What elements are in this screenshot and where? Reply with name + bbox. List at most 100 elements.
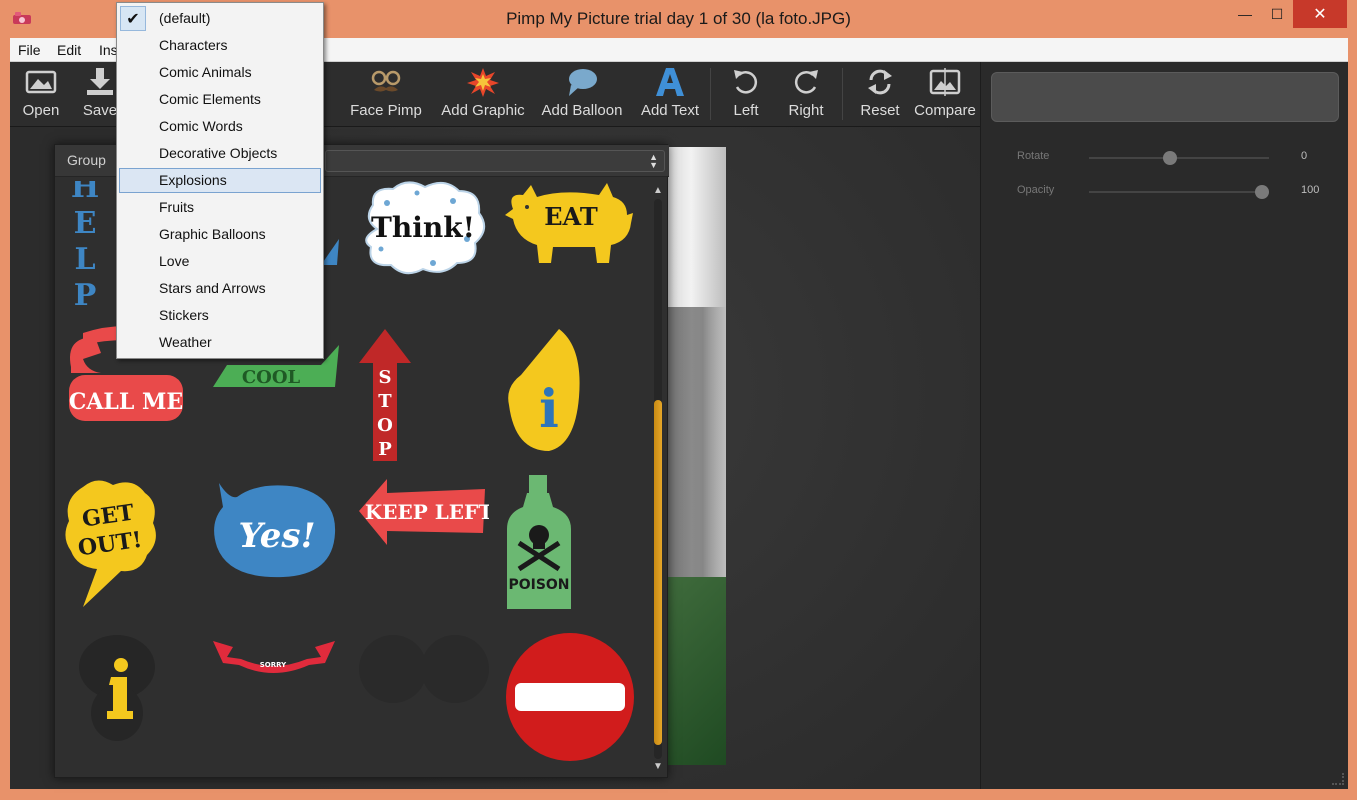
save-label: Save: [82, 102, 118, 119]
sticker-help-h: H: [71, 181, 99, 205]
properties-header-box: [991, 72, 1339, 122]
sticker-poison[interactable]: POISON: [503, 473, 575, 613]
dropdown-item-characters[interactable]: Characters: [119, 33, 321, 58]
maximize-button[interactable]: ☐: [1260, 0, 1294, 28]
menu-insert[interactable]: Ins: [99, 42, 118, 58]
group-select[interactable]: ▲ ▼: [325, 150, 665, 172]
sticker-eat[interactable]: EAT: [503, 179, 635, 269]
sticker-stop-o: O: [377, 415, 393, 436]
refresh-icon: [868, 69, 892, 95]
rotate-row: Rotate 0: [981, 148, 1349, 168]
sticker-info-text: i: [539, 379, 559, 440]
sticker-sorry[interactable]: SORRY: [211, 633, 337, 679]
sticker-no-entry[interactable]: [505, 629, 635, 765]
sticker-get-out[interactable]: GET OUT!: [63, 477, 159, 609]
explosion-icon: [467, 68, 499, 97]
sticker-poison-text: POISON: [508, 577, 569, 593]
reset-button[interactable]: Reset: [858, 66, 902, 124]
dropdown-item-weather[interactable]: Weather: [119, 330, 321, 355]
dropdown-item-love[interactable]: Love: [119, 249, 321, 274]
sticker-stop-p: P: [378, 439, 392, 460]
image-frame-icon: [25, 70, 57, 94]
toolbar-separator: [842, 68, 843, 120]
dropdown-item-decorative-objects[interactable]: Decorative Objects: [119, 141, 321, 166]
resize-grip[interactable]: [1332, 773, 1344, 785]
sticker-stop-t: T: [378, 391, 392, 412]
minimize-button[interactable]: —: [1228, 0, 1262, 28]
face-pimp-label: Face Pimp: [350, 102, 422, 119]
rotate-right-button[interactable]: Right: [784, 66, 828, 124]
photo-shadow: [668, 307, 726, 607]
dropdown-item-stars-and-arrows[interactable]: Stars and Arrows: [119, 276, 321, 301]
sticker-yes[interactable]: Yes!: [209, 477, 339, 581]
sticker-eat-text: EAT: [544, 202, 598, 231]
scroll-thumb[interactable]: [654, 400, 662, 745]
sticker-think-text: Think!: [371, 211, 475, 244]
dropdown-item-comic-elements[interactable]: Comic Elements: [119, 87, 321, 112]
sticker-scrollbar[interactable]: ▲ ▼: [651, 185, 665, 773]
opacity-slider-track[interactable]: [1089, 185, 1269, 199]
dropdown-item-comic-words[interactable]: Comic Words: [119, 114, 321, 139]
select-arrows-icon: ▲ ▼: [649, 152, 658, 170]
sticker-stop-s: S: [379, 367, 392, 388]
photo-canvas[interactable]: [668, 147, 726, 765]
group-label: Group: [67, 152, 106, 168]
rotate-left-label: Left: [733, 102, 759, 119]
dropdown-item-graphic-balloons[interactable]: Graphic Balloons: [119, 222, 321, 247]
compare-button[interactable]: Compare: [912, 66, 978, 124]
download-icon: [87, 68, 113, 95]
add-text-button[interactable]: Add Text: [638, 66, 702, 124]
photo-foliage: [668, 577, 726, 765]
opacity-slider-handle[interactable]: [1255, 185, 1269, 199]
open-button[interactable]: Open: [18, 66, 64, 124]
sticker-help-e: E: [74, 206, 97, 241]
add-balloon-button[interactable]: Add Balloon: [540, 66, 624, 124]
rotate-right-icon: [794, 70, 818, 94]
sticker-dark-info[interactable]: [77, 633, 157, 743]
sticker-info-balloon[interactable]: i: [505, 327, 585, 455]
sticker-keep-left-text: KEEP LEFT: [365, 500, 489, 524]
rotate-right-label: Right: [788, 102, 824, 119]
sticker-dark-quotes[interactable]: [357, 633, 489, 723]
dropdown-item-stickers[interactable]: Stickers: [119, 303, 321, 328]
dropdown-item-fruits[interactable]: Fruits: [119, 195, 321, 220]
add-graphic-label: Add Graphic: [441, 102, 525, 119]
dropdown-item-comic-animals[interactable]: Comic Animals: [119, 60, 321, 85]
rotate-slider-track[interactable]: [1089, 151, 1269, 165]
rotate-slider-handle[interactable]: [1163, 151, 1177, 165]
sticker-help-p: P: [74, 278, 97, 311]
image-compare-icon: [929, 68, 961, 96]
sticker-help[interactable]: H E L P: [65, 177, 105, 313]
sticker-sorry-text: SORRY: [260, 661, 287, 669]
sticker-yes-text: Yes!: [238, 516, 315, 556]
dropdown-item-explosions[interactable]: Explosions: [119, 168, 321, 193]
menu-edit[interactable]: Edit: [57, 42, 81, 58]
add-balloon-label: Add Balloon: [541, 102, 623, 119]
scroll-up-icon[interactable]: ▲: [651, 185, 665, 197]
compare-label: Compare: [914, 102, 976, 119]
scroll-down-icon[interactable]: ▼: [651, 761, 665, 773]
dropdown-item-default[interactable]: (default): [119, 6, 321, 31]
rotate-left-button[interactable]: Left: [726, 66, 766, 124]
opacity-value: 100: [1301, 184, 1320, 196]
rotate-value: 0: [1301, 150, 1308, 162]
letter-a-icon: [656, 68, 684, 96]
sticker-think[interactable]: Think!: [357, 179, 489, 279]
sticker-stop[interactable]: S T O P: [355, 327, 415, 463]
add-graphic-button[interactable]: Add Graphic: [440, 66, 526, 124]
reset-label: Reset: [860, 102, 900, 119]
app-window: Pimp My Picture trial day 1 of 30 (la fo…: [0, 0, 1357, 800]
opacity-label: Opacity: [1017, 184, 1055, 196]
face-pimp-button[interactable]: Face Pimp: [346, 66, 426, 124]
menu-file[interactable]: File: [18, 42, 41, 58]
group-dropdown-list: ✔ (default) Characters Comic Animals Comic …: [116, 2, 324, 359]
close-button[interactable]: ✕: [1293, 0, 1347, 28]
mustache-glasses-icon: [371, 70, 401, 92]
sticker-call-me-text: CALL ME: [69, 389, 183, 415]
open-label: Open: [22, 102, 60, 119]
speech-balloon-icon: [569, 69, 597, 96]
sticker-cool-text: COOL: [242, 367, 301, 388]
sticker-keep-left[interactable]: KEEP LEFT: [357, 477, 493, 547]
add-text-label: Add Text: [640, 102, 700, 119]
rotate-left-icon: [734, 70, 758, 94]
